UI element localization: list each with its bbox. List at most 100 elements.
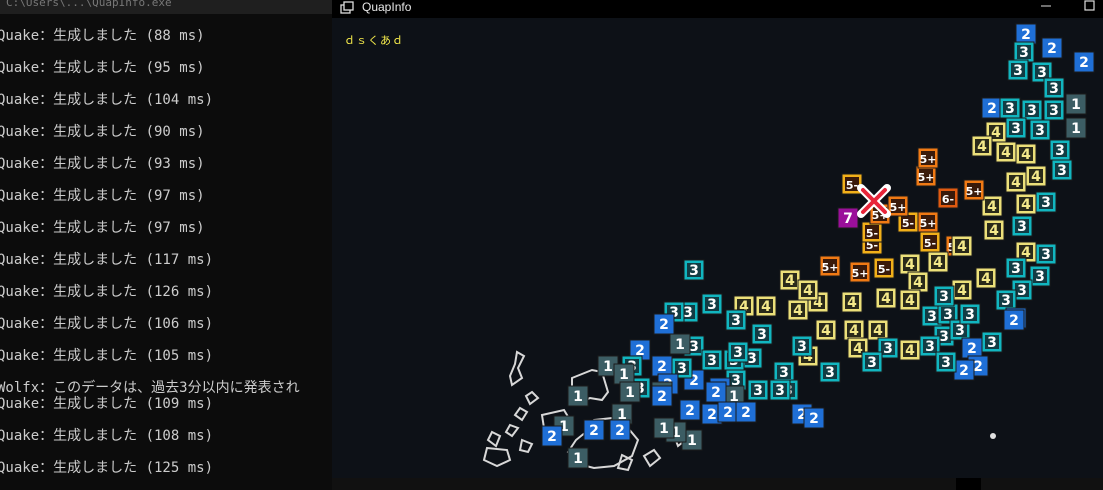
- intensity-marker: 1: [619, 381, 641, 403]
- intensity-marker: 2: [1073, 51, 1095, 73]
- svg-text:3: 3: [1049, 103, 1059, 119]
- intensity-marker: 4: [1005, 171, 1027, 193]
- svg-text:3: 3: [941, 355, 951, 371]
- svg-text:2: 2: [547, 429, 557, 445]
- svg-text:4: 4: [957, 283, 967, 299]
- intensity-marker: 1: [653, 417, 675, 439]
- intensity-marker: 4: [899, 253, 921, 275]
- svg-text:4: 4: [933, 255, 943, 271]
- svg-text:4: 4: [977, 139, 987, 155]
- svg-text:2: 2: [1021, 27, 1031, 43]
- intensity-marker: 3: [999, 97, 1021, 119]
- intensity-marker: 3: [861, 351, 883, 373]
- svg-text:4: 4: [1031, 169, 1041, 185]
- intensity-marker: 3: [791, 335, 813, 357]
- intensity-marker: 2: [705, 381, 727, 403]
- intensity-marker: 3: [959, 303, 981, 325]
- intensity-marker: 4: [927, 251, 949, 273]
- intensity-marker: 1: [567, 385, 589, 407]
- svg-text:3: 3: [825, 365, 835, 381]
- svg-text:1: 1: [619, 367, 629, 383]
- svg-text:2: 2: [741, 405, 751, 421]
- svg-text:2: 2: [723, 405, 733, 421]
- intensity-marker: 3: [725, 309, 747, 331]
- svg-text:4: 4: [987, 199, 997, 215]
- svg-text:2: 2: [967, 341, 977, 357]
- intensity-marker: 3: [1049, 139, 1071, 161]
- intensity-marker: 3: [773, 361, 795, 383]
- intensity-marker: 5+: [819, 255, 841, 277]
- intensity-marker: 4: [951, 235, 973, 257]
- console-line: Quake：生成しました (97 ms): [0, 188, 205, 204]
- svg-text:4: 4: [957, 239, 967, 255]
- svg-text:1: 1: [1071, 121, 1081, 137]
- intensity-marker: 2: [679, 399, 701, 421]
- intensity-marker: 1: [567, 447, 589, 469]
- svg-text:4: 4: [881, 291, 891, 307]
- console-line: Quake：生成しました (95 ms): [0, 60, 205, 76]
- intensity-marker: 3: [1007, 59, 1029, 81]
- intensity-marker: 4: [755, 295, 777, 317]
- svg-text:6-: 6-: [942, 193, 954, 206]
- intensity-marker: 4: [1015, 143, 1037, 165]
- intensity-marker: 2: [653, 313, 675, 335]
- svg-text:3: 3: [707, 353, 717, 369]
- intensity-marker: 1: [613, 363, 635, 385]
- svg-text:7: 7: [843, 211, 853, 227]
- svg-text:4: 4: [847, 295, 857, 311]
- intensity-marker: 5-: [873, 257, 895, 279]
- svg-text:4: 4: [989, 223, 999, 239]
- console-line: Quake：生成しました (117 ms): [0, 252, 214, 268]
- intensity-marker: 4: [815, 319, 837, 341]
- intensity-marker: 3: [1043, 77, 1065, 99]
- window-title-bar[interactable]: QuapInfo: [332, 0, 1103, 18]
- svg-text:4: 4: [905, 343, 915, 359]
- svg-text:3: 3: [733, 345, 743, 361]
- intensity-marker: 5+: [917, 211, 939, 233]
- taskbar-strip: [332, 478, 1103, 490]
- svg-text:5+: 5+: [920, 217, 937, 230]
- svg-text:5+: 5+: [852, 267, 869, 280]
- svg-text:2: 2: [1079, 55, 1089, 71]
- svg-text:3: 3: [797, 339, 807, 355]
- svg-text:3: 3: [1027, 103, 1037, 119]
- svg-text:4: 4: [1011, 175, 1021, 191]
- svg-text:3: 3: [1049, 81, 1059, 97]
- svg-text:1: 1: [603, 359, 613, 375]
- maximize-icon[interactable]: [1080, 0, 1100, 14]
- console-line: Quake：生成しました (106 ms): [0, 316, 214, 332]
- intensity-marker: 1: [669, 333, 691, 355]
- intensity-marker: 4: [841, 291, 863, 313]
- intensity-marker: 3: [1005, 257, 1027, 279]
- window-title: QuapInfo: [362, 0, 412, 14]
- intensity-marker: 5-: [861, 221, 883, 243]
- console-line: Quake：生成しました (125 ms): [0, 460, 214, 476]
- intensity-marker: 3: [701, 349, 723, 371]
- intensity-marker: 3: [1043, 99, 1065, 121]
- console-title-bar: C:\Users\...\QuapInfo.exe: [0, 0, 332, 14]
- svg-text:3: 3: [1041, 247, 1051, 263]
- intensity-marker: 2: [541, 425, 563, 447]
- svg-text:5+: 5+: [822, 261, 839, 274]
- svg-text:4: 4: [803, 283, 813, 299]
- svg-text:2: 2: [809, 411, 819, 427]
- intensity-marker: 5+: [963, 179, 985, 201]
- svg-text:2: 2: [973, 359, 983, 375]
- app-window-icon: [340, 1, 354, 14]
- console-title: C:\Users\...\QuapInfo.exe: [6, 0, 172, 9]
- intensity-marker: 4: [971, 135, 993, 157]
- svg-text:3: 3: [867, 355, 877, 371]
- svg-text:3: 3: [939, 329, 949, 345]
- svg-text:3: 3: [757, 327, 767, 343]
- svg-text:3: 3: [689, 339, 699, 355]
- info-label: ｄｓくあｄ: [344, 34, 404, 47]
- svg-text:2: 2: [1047, 41, 1057, 57]
- svg-text:4: 4: [1001, 145, 1011, 161]
- svg-text:5-: 5-: [846, 179, 858, 192]
- svg-text:5+: 5+: [918, 171, 935, 184]
- svg-text:3: 3: [677, 361, 687, 377]
- minimize-icon[interactable]: [1036, 0, 1056, 14]
- intensity-marker: 2: [735, 401, 757, 423]
- intensity-marker: 4: [995, 141, 1017, 163]
- svg-text:3: 3: [683, 305, 693, 321]
